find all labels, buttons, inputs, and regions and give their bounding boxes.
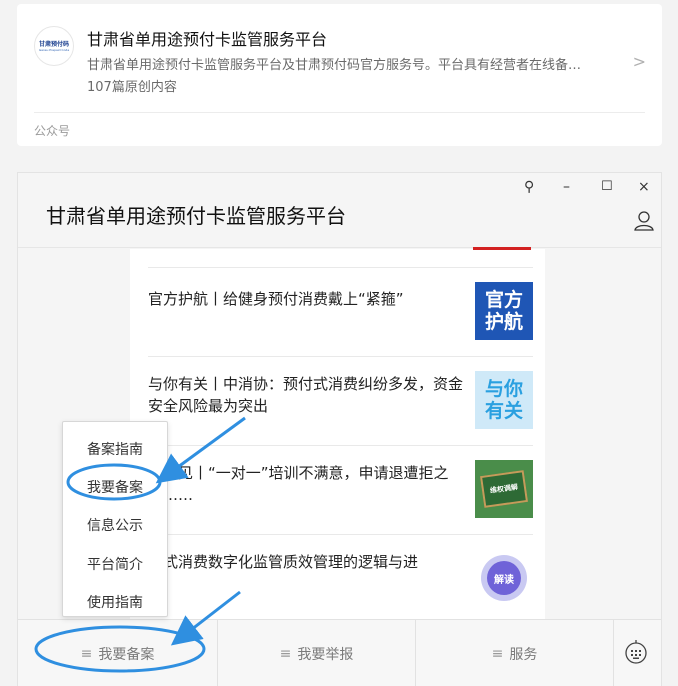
article-title: 师意见丨“一对一”培训不满意，申请退遭拒之后…… [148,464,449,504]
pin-icon[interactable]: ⚲ [524,179,534,195]
menu-tab-label: 服务 [509,646,538,663]
bottom-menu-bar: ≡ 我要备案 ≡ 我要举报 ≡ 服务 [18,619,661,686]
article-count: 107篇原创内容 [87,80,177,95]
article-thumbnail: 维权调解 [475,460,533,518]
article-item[interactable]: 与你有关丨中消协：预付式消费纠纷多发，资金安全风险最为突出 与你 有关 [148,356,533,446]
menu-tab-service[interactable]: ≡ 服务 [416,620,613,686]
article-item[interactable]: 师意见丨“一对一”培训不满意，申请退遭拒之后…… 维权调解 [148,445,533,535]
previous-thumbnail-edge [473,247,531,250]
thumbnail-board: 维权调解 [479,470,529,508]
article-thumbnail: 官方 护航 [475,282,533,340]
account-name: 甘肃省单用途预付卡监管服务平台 [87,30,328,49]
account-card[interactable]: 甘肃预付码 Gansu Prepaid Code 甘肃省单用途预付卡监管服务平台… [17,4,662,146]
article-title: 与你有关丨中消协：预付式消费纠纷多发，资金安全风险最为突出 [148,375,464,415]
article-title: 官方护航丨给健身预付消费戴上“紧箍” [148,290,404,308]
submenu-popup: 备案指南 我要备案 信息公示 平台简介 使用指南 [62,421,168,617]
window-titlebar: 甘肃省单用途预付卡监管服务平台 ⚲ – ☐ × [18,173,661,248]
maximize-icon[interactable]: ☐ [601,179,613,194]
article-item[interactable]: 付式消费数字化监管质效管理的逻辑与进 解读 [148,534,533,624]
menu-tab-label: 我要举报 [297,646,354,663]
menu-icon: ≡ [279,645,292,662]
account-logo: 甘肃预付码 Gansu Prepaid Code [34,26,74,66]
submenu-item-guide[interactable]: 备案指南 [63,439,167,459]
submenu-item-intro[interactable]: 平台简介 [63,554,167,574]
divider [613,620,614,686]
menu-tab-register[interactable]: ≡ 我要备案 [18,620,217,686]
article-item[interactable]: 官方护航丨给健身预付消费戴上“紧箍” 官方 护航 [148,267,533,357]
submenu-item-disclosure[interactable]: 信息公示 [63,515,167,535]
submenu-item-register[interactable]: 我要备案 [63,477,167,497]
thumbnail-circle: 解读 [481,555,527,601]
divider [34,112,645,113]
window-title: 甘肃省单用途预付卡监管服务平台 [46,204,346,228]
card-footer-label: 公众号 [34,124,71,138]
article-thumbnail: 解读 [475,549,533,607]
account-description: 甘肃省单用途预付卡监管服务平台及甘肃预付码官方服务号。平台具有经营者在线备… [87,58,582,73]
submenu-item-manual[interactable]: 使用指南 [63,592,167,612]
menu-icon: ≡ [80,645,93,662]
logo-subtext: Gansu Prepaid Code [38,47,70,52]
user-profile-icon[interactable] [633,209,655,231]
menu-icon: ≡ [491,645,504,662]
menu-tab-label: 我要备案 [98,646,155,663]
minimize-icon[interactable]: – [563,179,570,195]
chevron-right-icon[interactable]: > [633,52,646,71]
keyboard-icon[interactable] [624,640,648,664]
thumbnail-label: 解读 [487,561,521,595]
article-title: 付式消费数字化监管质效管理的逻辑与进 [148,553,419,571]
menu-tab-report[interactable]: ≡ 我要举报 [218,620,415,686]
close-icon[interactable]: × [638,179,650,195]
article-list: 官方护航丨给健身预付消费戴上“紧箍” 官方 护航 与你有关丨中消协：预付式消费纠… [130,247,545,619]
logo-text: 甘肃预付码 [38,40,69,48]
article-thumbnail: 与你 有关 [475,371,533,429]
